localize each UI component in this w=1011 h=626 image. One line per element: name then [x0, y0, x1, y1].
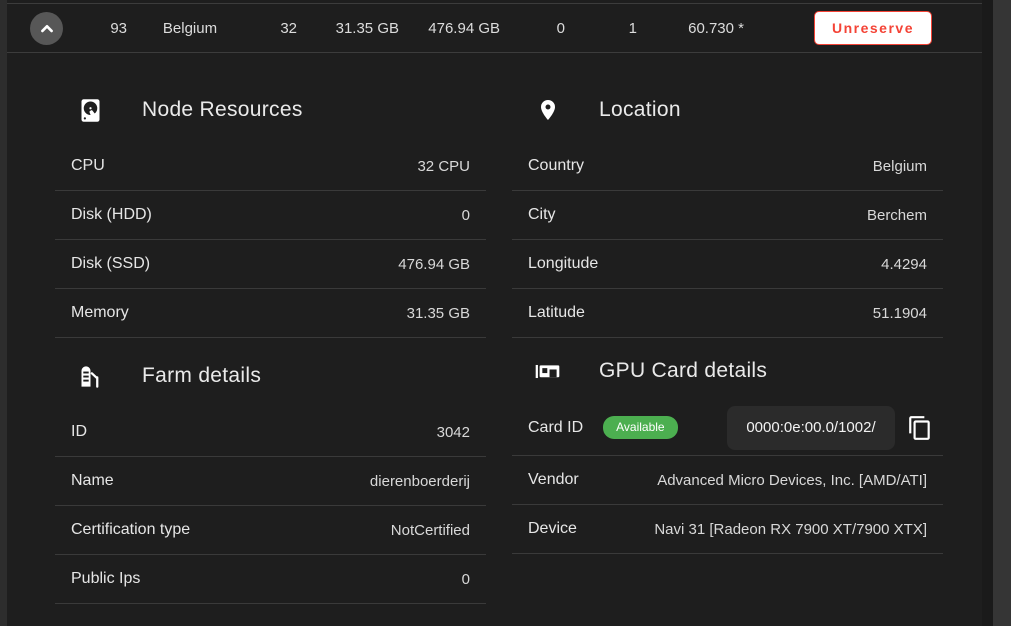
left-edge-strip [0, 0, 7, 626]
map-marker-icon [534, 97, 561, 124]
node-resources-header: Node Resources [55, 78, 486, 142]
location-header: Location [512, 78, 943, 142]
gpu-count-cell: 1 [565, 20, 637, 37]
memory-label: Memory [71, 304, 129, 322]
unreserve-button[interactable]: Unreserve [814, 11, 932, 45]
node-details-page: 93 Belgium 32 31.35 GB 476.94 GB 0 1 60.… [0, 0, 1011, 626]
right-column: Location Country Belgium City Berchem Lo… [512, 53, 943, 604]
cpu-row: CPU 32 CPU [55, 142, 486, 191]
card-id-value-field[interactable]: 0000:0e:00.0/1002/ [727, 406, 895, 450]
city-value: Berchem [867, 207, 927, 224]
longitude-label: Longitude [528, 255, 598, 273]
cpu-label: CPU [71, 157, 105, 175]
device-label: Device [528, 520, 577, 538]
copy-card-id-button[interactable] [905, 413, 935, 443]
city-label: City [528, 206, 556, 224]
content-area: 93 Belgium 32 31.35 GB 476.94 GB 0 1 60.… [7, 0, 982, 626]
disk-ssd-value: 476.94 GB [398, 256, 470, 273]
disk-ssd-label: Disk (SSD) [71, 255, 150, 273]
barn-icon [77, 363, 104, 390]
certification-value: NotCertified [391, 522, 470, 539]
gpu-details-header: GPU Card details [512, 342, 943, 400]
vendor-label: Vendor [528, 471, 579, 489]
scrollbar[interactable] [993, 0, 1011, 626]
farm-id-value: 3042 [437, 424, 470, 441]
city-row: City Berchem [512, 191, 943, 240]
longitude-value: 4.4294 [881, 256, 927, 273]
longitude-row: Longitude 4.4294 [512, 240, 943, 289]
cpu-value: 32 CPU [417, 158, 470, 175]
certification-label: Certification type [71, 521, 190, 539]
node-resources-title: Node Resources [142, 98, 303, 122]
cpu-cell: 32 [253, 20, 297, 37]
disk-hdd-row: Disk (HDD) 0 [55, 191, 486, 240]
farm-details-header: Farm details [55, 344, 486, 408]
farm-name-value: dierenboerderij [370, 473, 470, 490]
left-column: Node Resources CPU 32 CPU Disk (HDD) 0 D… [55, 53, 486, 604]
gpu-card-icon [534, 358, 561, 385]
ssd-cell: 476.94 GB [399, 20, 500, 37]
node-id-cell: 93 [63, 20, 127, 37]
gpu-details-title: GPU Card details [599, 359, 767, 383]
country-label: Country [528, 157, 584, 175]
memory-value: 31.35 GB [407, 305, 470, 322]
actions-cell: Unreserve [744, 11, 982, 45]
hdd-cell: 0 [500, 20, 565, 37]
gpu-available-badge: Available [603, 416, 677, 439]
certification-row: Certification type NotCertified [55, 506, 486, 555]
vendor-value: Advanced Micro Devices, Inc. [AMD/ATI] [657, 472, 927, 489]
public-ips-row: Public Ips 0 [55, 555, 486, 604]
farm-name-label: Name [71, 472, 114, 490]
node-table-row: 93 Belgium 32 31.35 GB 476.94 GB 0 1 60.… [7, 3, 982, 53]
farm-details-title: Farm details [142, 364, 261, 388]
disk-ssd-row: Disk (SSD) 476.94 GB [55, 240, 486, 289]
country-row: Country Belgium [512, 142, 943, 191]
farm-id-row: ID 3042 [55, 408, 486, 457]
device-row: Device Navi 31 [Radeon RX 7900 XT/7900 X… [512, 505, 943, 554]
memory-row: Memory 31.35 GB [55, 289, 486, 338]
chevron-up-icon [37, 18, 57, 38]
harddisk-icon [77, 97, 104, 124]
disk-hdd-label: Disk (HDD) [71, 206, 152, 224]
country-value: Belgium [873, 158, 927, 175]
copy-icon [907, 415, 933, 441]
latitude-value: 51.1904 [873, 305, 927, 322]
disk-hdd-value: 0 [462, 207, 470, 224]
collapse-row-button[interactable] [30, 12, 63, 45]
farm-name-row: Name dierenboerderij [55, 457, 486, 506]
public-ips-value: 0 [462, 571, 470, 588]
card-id-label: Card ID [528, 419, 583, 437]
device-value: Navi 31 [Radeon RX 7900 XT/7900 XTX] [654, 521, 927, 538]
right-gutter [982, 0, 993, 626]
node-detail-panel: Node Resources CPU 32 CPU Disk (HDD) 0 D… [7, 53, 982, 604]
location-title: Location [599, 98, 681, 122]
ram-cell: 31.35 GB [297, 20, 399, 37]
latitude-row: Latitude 51.1904 [512, 289, 943, 338]
country-cell: Belgium [127, 20, 253, 37]
price-cell: 60.730 * [637, 20, 744, 37]
vendor-row: Vendor Advanced Micro Devices, Inc. [AMD… [512, 456, 943, 505]
card-id-row: Card ID Available 0000:0e:00.0/1002/ [512, 400, 943, 456]
farm-id-label: ID [71, 423, 87, 441]
public-ips-label: Public Ips [71, 570, 140, 588]
latitude-label: Latitude [528, 304, 585, 322]
